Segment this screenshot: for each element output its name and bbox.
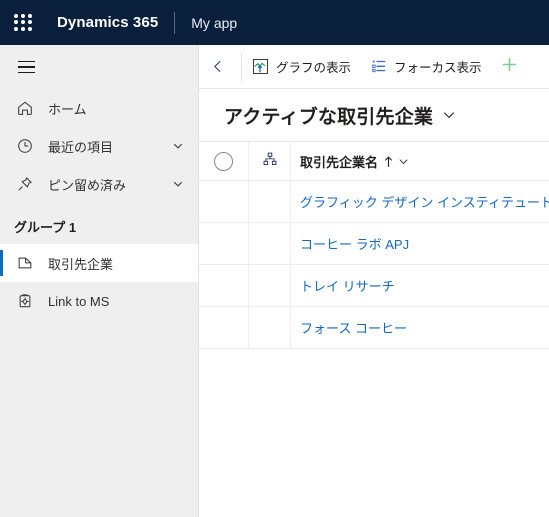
name-column-header[interactable]: 取引先企業名 <box>291 142 549 180</box>
show-chart-icon <box>251 58 269 76</box>
clipboard-icon <box>14 290 36 312</box>
hierarchy-column-header <box>249 142 291 180</box>
top-navigation-bar: Dynamics 365 My app <box>0 0 549 45</box>
select-all-cell[interactable] <box>199 142 249 180</box>
page-title: アクティブな取引先企業 <box>224 106 434 128</box>
command-bar: グラフの表示 フォーカス表示 <box>199 45 549 89</box>
sidebar-group-title: グループ 1 <box>14 220 77 235</box>
table-row[interactable]: トレイ リサーチ <box>199 265 549 307</box>
sidebar-item-link-to-ms[interactable]: Link to MS <box>0 282 198 320</box>
grid-header-row: 取引先企業名 <box>199 141 549 181</box>
sidebar-item-pinned[interactable]: ピン留め済み <box>0 165 198 203</box>
view-selector[interactable]: アクティブな取引先企業 <box>199 89 549 141</box>
select-all-circle-icon[interactable] <box>214 151 233 171</box>
record-link[interactable]: トレイ リサーチ <box>300 276 395 295</box>
row-name-cell: グラフィック デザイン インスティテュート <box>291 181 549 222</box>
sidebar-item-label: Link to MS <box>48 293 110 309</box>
app-launcher-waffle-icon[interactable] <box>12 12 34 34</box>
table-row[interactable]: コーヒー ラボ APJ <box>199 223 549 265</box>
back-arrow-icon[interactable] <box>199 45 241 88</box>
row-hierarchy-cell <box>249 265 291 306</box>
sidebar-item-label: ホーム <box>48 101 87 117</box>
new-record-button[interactable] <box>493 45 527 88</box>
hamburger-menu-icon[interactable] <box>4 45 48 89</box>
brand-title: Dynamics 365 <box>57 14 159 31</box>
sidebar-item-label: 最近の項目 <box>48 139 114 155</box>
sidebar-item-label: ピン留め済み <box>48 177 127 193</box>
row-select-cell[interactable] <box>199 265 249 306</box>
record-link[interactable]: フォース コーヒー <box>300 318 407 337</box>
row-hierarchy-cell <box>249 181 291 222</box>
main-content-area: グラフの表示 フォーカス表示 アクティブな取引先企業 取引先企業名 グラフィック… <box>199 45 549 517</box>
row-name-cell: フォース コーヒー <box>291 307 549 348</box>
nav-divider <box>174 11 176 34</box>
command-button-label: グラフの表示 <box>276 61 352 75</box>
show-chart-button[interactable]: グラフの表示 <box>242 45 360 88</box>
chevron-down-icon[interactable] <box>172 178 184 190</box>
row-hierarchy-cell <box>249 307 291 348</box>
pin-icon <box>14 173 36 195</box>
row-select-cell[interactable] <box>199 307 249 348</box>
grid-body: グラフィック デザイン インスティテュート コーヒー ラボ APJ トレイ リサ… <box>199 181 549 349</box>
home-icon <box>14 97 36 119</box>
sort-ascending-arrow-icon <box>383 155 394 168</box>
column-header-label: 取引先企業名 <box>300 154 379 170</box>
sidebar-item-label: 取引先企業 <box>48 256 114 272</box>
table-row[interactable]: フォース コーヒー <box>199 307 549 349</box>
row-name-cell: コーヒー ラボ APJ <box>291 223 549 264</box>
row-select-cell[interactable] <box>199 223 249 264</box>
clock-icon <box>14 135 36 157</box>
sidebar: ホーム 最近の項目 ピン留め済み グループ 1 取引先企業 Link to MS <box>0 45 199 517</box>
chevron-down-icon[interactable] <box>442 108 456 122</box>
app-name-label: My app <box>191 14 238 31</box>
chevron-down-icon[interactable] <box>398 156 409 167</box>
account-icon <box>14 252 36 274</box>
command-button-label: フォーカス表示 <box>394 61 482 75</box>
hierarchy-icon <box>262 151 278 172</box>
focus-view-button[interactable]: フォーカス表示 <box>360 45 491 88</box>
row-name-cell: トレイ リサーチ <box>291 265 549 306</box>
sidebar-item-home[interactable]: ホーム <box>0 89 198 127</box>
record-link[interactable]: コーヒー ラボ APJ <box>300 234 409 253</box>
chevron-down-icon[interactable] <box>172 140 184 152</box>
plus-icon <box>500 55 519 79</box>
focus-view-icon <box>369 58 387 76</box>
record-link[interactable]: グラフィック デザイン インスティテュート <box>300 192 549 211</box>
sidebar-item-recent[interactable]: 最近の項目 <box>0 127 198 165</box>
row-select-cell[interactable] <box>199 181 249 222</box>
row-hierarchy-cell <box>249 223 291 264</box>
sidebar-item-accounts[interactable]: 取引先企業 <box>0 244 198 282</box>
table-row[interactable]: グラフィック デザイン インスティテュート <box>199 181 549 223</box>
